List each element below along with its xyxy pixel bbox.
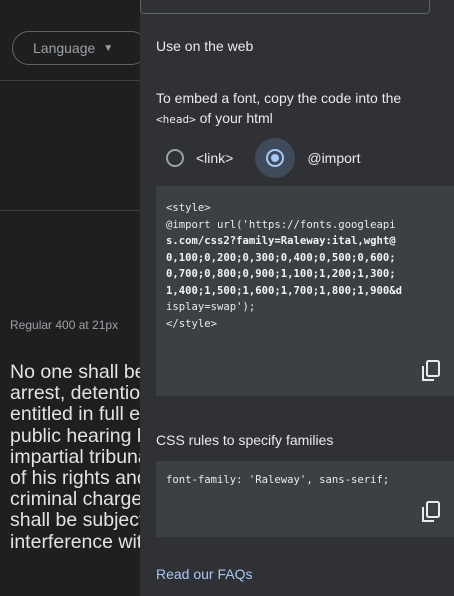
code-line: </style> bbox=[166, 317, 218, 330]
divider bbox=[0, 80, 150, 81]
code-line: 0,100;0,200;0,300;0,400;0,500;0,600; bbox=[166, 251, 396, 264]
embed-code: <style> @import url('https://fonts.googl… bbox=[166, 200, 454, 332]
sample-line: arrest, detention or exile. Everyone is bbox=[10, 382, 150, 405]
sample-line: entitled in full equality to a fair and bbox=[10, 403, 150, 426]
panel-top-edge bbox=[140, 0, 430, 14]
sample-line: interference with his privacy, family, bbox=[10, 530, 150, 553]
use-on-web-title: Use on the web bbox=[156, 38, 254, 54]
language-button[interactable]: Language ▼ bbox=[12, 31, 148, 65]
radio-unchecked-icon bbox=[166, 149, 184, 167]
link-radio-label: <link> bbox=[196, 150, 234, 166]
embed-instructions: To embed a font, copy the code into the … bbox=[156, 88, 436, 130]
read-faqs-link[interactable]: Read our FAQs bbox=[156, 566, 253, 582]
import-radio-label: @import bbox=[307, 150, 361, 166]
css-rules-title: CSS rules to specify families bbox=[156, 432, 334, 448]
radio-checked-icon bbox=[266, 149, 285, 167]
import-radio[interactable]: @import bbox=[255, 138, 360, 178]
code-line: isplay=swap'); bbox=[166, 301, 256, 313]
css-rule-code: font-family: 'Raleway', sans-serif; bbox=[166, 474, 390, 486]
code-line: 0,700;0,800;0,900;1,100;1,200;1,300; bbox=[166, 268, 396, 280]
radio-focus-halo bbox=[255, 138, 296, 178]
sample-line: No one shall be subjected to arbitrary bbox=[10, 361, 150, 383]
sample-line: criminal charge against him. No one bbox=[10, 488, 150, 511]
sample-line: of his rights and obligations and of any bbox=[10, 467, 150, 490]
sample-line: public hearing by an independent and bbox=[10, 424, 150, 447]
sample-line: impartial tribunal, in the determination bbox=[10, 445, 150, 468]
css-rules-block: font-family: 'Raleway', sans-serif; bbox=[156, 461, 454, 537]
chevron-down-icon: ▼ bbox=[103, 42, 114, 54]
style-meta-label: Regular 400 at 21px bbox=[10, 318, 119, 332]
code-line: <style> bbox=[166, 202, 211, 214]
code-line: @import url('https://fonts.googleapi bbox=[166, 218, 396, 231]
copy-icon[interactable] bbox=[421, 501, 441, 523]
embed-type-radio-group: <link> @import bbox=[156, 138, 360, 178]
sample-text: No one shall be subjected to arbitrary a… bbox=[10, 361, 150, 553]
code-line: 1,400;1,500;1,600;1,700;1,800;1,900&d bbox=[166, 284, 402, 297]
embed-intro: To embed a font, copy the code into the bbox=[156, 90, 402, 106]
head-tag-text: <head> bbox=[156, 113, 196, 126]
embed-code-block: <style> @import url('https://fonts.googl… bbox=[156, 186, 454, 396]
link-radio[interactable]: <link> bbox=[156, 149, 233, 167]
code-line: s.com/css2?family=Raleway:ital,wght@ bbox=[166, 235, 396, 247]
sample-line: shall be subjected to arbitrary bbox=[10, 509, 150, 532]
font-specimen-page: Language ▼ Regular 400 at 21px No one sh… bbox=[0, 0, 150, 596]
embed-side-panel: Use on the web To embed a font, copy the… bbox=[140, 0, 454, 596]
language-button-label: Language bbox=[33, 40, 96, 56]
embed-suffix: of your html bbox=[195, 110, 273, 126]
copy-icon[interactable] bbox=[421, 360, 441, 382]
divider bbox=[0, 210, 150, 211]
